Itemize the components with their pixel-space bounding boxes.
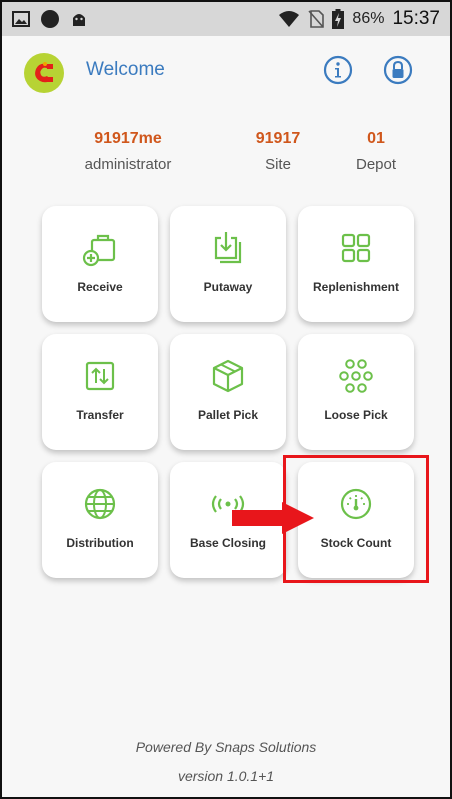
phone-screen: 86% 15:37 Welcome 91917me administrator …: [0, 0, 452, 799]
depot-label: Depot: [355, 156, 397, 173]
user-info: 91917me administrator 91917 Site 01 Depo…: [2, 130, 450, 180]
app-logo: [24, 53, 64, 93]
transfer-icon: [85, 361, 115, 391]
tile-putaway-label: Putaway: [203, 280, 253, 294]
battery-percent: 86%: [352, 10, 385, 27]
tile-distribution-label: Distribution: [66, 536, 134, 550]
site-label: Site: [265, 156, 291, 173]
tile-loose-pick[interactable]: Loose Pick: [298, 334, 414, 450]
tile-pallet-pick[interactable]: Pallet Pick: [170, 334, 286, 450]
tile-putaway[interactable]: Putaway: [170, 206, 286, 322]
tile-transfer[interactable]: Transfer: [42, 334, 158, 450]
putaway-icon: [214, 232, 242, 264]
loose-pick-icon: [339, 359, 373, 393]
wifi-icon: [279, 11, 300, 27]
tile-transfer-label: Transfer: [76, 408, 124, 422]
clock: 15:37: [392, 8, 440, 29]
page-title: Welcome: [86, 59, 165, 80]
no-sim-icon: [308, 10, 325, 28]
user-role-label: administrator: [84, 156, 172, 173]
tile-replenishment[interactable]: Replenishment: [298, 206, 414, 322]
pointer-arrow-icon: [232, 502, 314, 534]
site-column: 91917 Site: [238, 130, 318, 173]
tile-loose-pick-label: Loose Pick: [324, 408, 388, 422]
gallery-icon: [12, 11, 30, 27]
user-id-value: 91917me: [94, 130, 162, 147]
tile-distribution[interactable]: Distribution: [42, 462, 158, 578]
depot-column: 01 Depot: [344, 130, 408, 173]
tile-replenishment-label: Replenishment: [312, 280, 399, 294]
tile-pallet-pick-label: Pallet Pick: [197, 408, 259, 422]
battery-charging-icon: [332, 9, 345, 29]
globe-icon: [84, 488, 116, 520]
tile-base-closing-label: Base Closing: [189, 536, 267, 550]
lock-icon[interactable]: [382, 54, 414, 86]
grid-icon: [341, 233, 371, 263]
receive-icon: [82, 234, 116, 267]
version-text: version 1.0.1+1: [177, 768, 275, 784]
android-icon: [73, 14, 85, 26]
depot-value: 01: [367, 130, 385, 147]
info-icon[interactable]: [322, 54, 354, 86]
tile-receive[interactable]: Receive: [42, 206, 158, 322]
site-value: 91917: [255, 130, 301, 147]
powered-by-text: Powered By Snaps Solutions: [135, 739, 317, 755]
status-bar: 86% 15:37: [2, 2, 450, 36]
app-header: Welcome: [2, 36, 450, 106]
record-icon: [41, 10, 59, 28]
tile-receive-label: Receive: [77, 280, 123, 294]
user-id-column: 91917me administrator: [66, 130, 190, 173]
box-icon: [212, 359, 244, 393]
magnet-logo-icon: [35, 62, 53, 83]
